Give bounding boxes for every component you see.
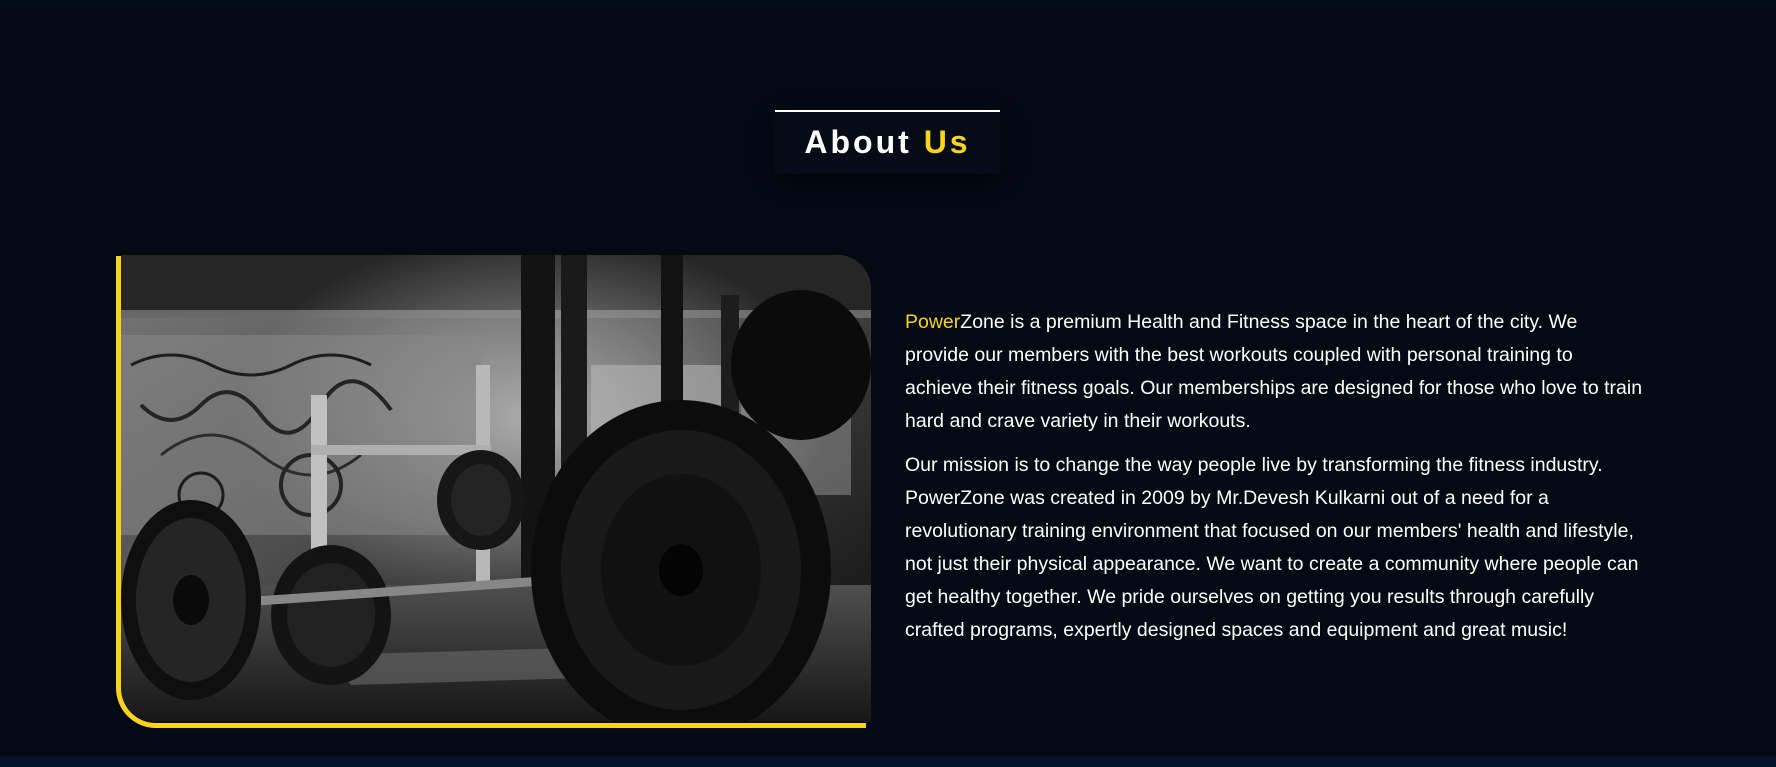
about-paragraph-intro-text: Zone is a premium Health and Fitness spa… [905,311,1643,432]
about-paragraph-mission: Our mission is to change the way people … [905,454,1639,641]
section-title-accent: Us [923,124,971,160]
about-description: PowerZone is a premium Health and Fitnes… [905,306,1645,658]
section-title-main: About [804,124,912,160]
gym-photo [121,255,871,722]
about-paragraph-intro: PowerZone is a premium Health and Fitnes… [905,306,1645,438]
gym-barbell-photo-icon [121,255,871,722]
section-heading-box: About Us [775,110,1000,174]
top-edge-strip [0,0,1776,14]
section-title: About Us [775,112,1000,158]
footer-edge-strip [0,756,1776,767]
brand-highlight: Power [905,311,961,333]
